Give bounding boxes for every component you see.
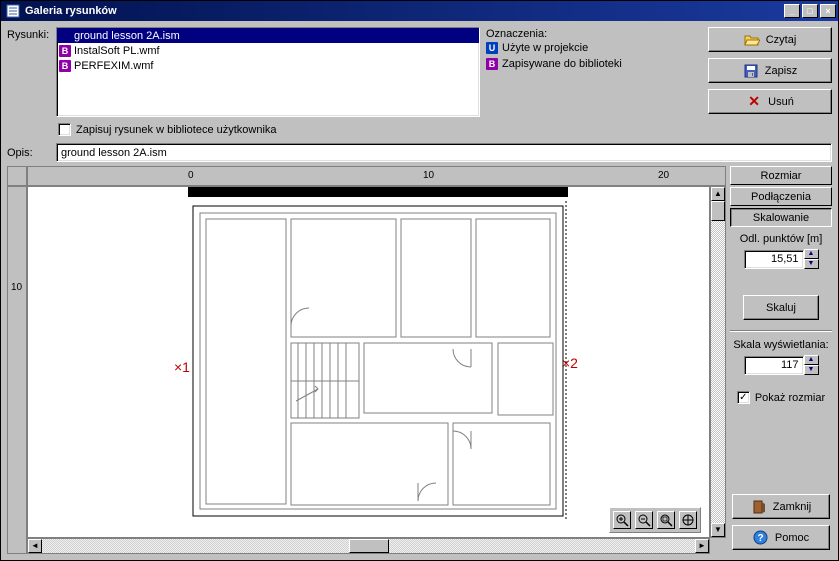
rysunki-label: Rysunki:	[7, 27, 50, 117]
distance-input[interactable]	[744, 250, 804, 269]
file-name-label: ground lesson 2A.ism	[74, 30, 180, 42]
zoom-fit-button[interactable]	[657, 511, 675, 529]
ruler-corner	[7, 166, 27, 186]
legend-used-label: Użyte w projekcie	[502, 42, 588, 54]
ruler-vertical[interactable]: 10	[7, 186, 27, 554]
file-name-label: InstalSoft PL.wmf	[74, 45, 160, 57]
ruler-tick: 10	[11, 282, 22, 293]
marker-1[interactable]: ×1	[174, 359, 190, 375]
legend-b-icon: B	[486, 58, 498, 70]
delete-icon: ✕	[746, 94, 762, 110]
marker-2[interactable]: ×2	[562, 355, 578, 371]
opis-label: Opis:	[7, 147, 50, 159]
titlebar: Galeria rysunków _ □ ×	[1, 1, 838, 21]
drawing-canvas[interactable]: ×1 ×2	[27, 186, 710, 538]
scroll-right-button[interactable]: ►	[695, 539, 709, 553]
display-scale-label: Skala wyświetlania:	[733, 339, 828, 351]
scroll-thumb-h[interactable]	[349, 539, 389, 553]
show-size-label: Pokaż rozmiar	[755, 392, 825, 404]
save-icon	[743, 63, 759, 79]
save-library-label: Zapisuj rysunek w bibliotece użytkownika	[76, 124, 277, 136]
file-list-item[interactable]: BInstalSoft PL.wmf	[57, 43, 479, 58]
badge-b-icon: B	[59, 60, 71, 72]
read-button[interactable]: Czytaj	[708, 27, 832, 52]
description-input[interactable]	[56, 143, 832, 162]
distance-spin-down[interactable]: ▼	[804, 259, 819, 269]
close-button[interactable]: ×	[820, 4, 836, 18]
zoom-in-button[interactable]	[613, 511, 631, 529]
help-button[interactable]: ? Pomoc	[732, 525, 830, 550]
vertical-scrollbar[interactable]: ▲ ▼	[710, 186, 726, 538]
help-icon: ?	[753, 530, 769, 546]
distance-spin-up[interactable]: ▲	[804, 249, 819, 259]
oznaczenia-label: Oznaczenia:	[486, 28, 622, 40]
app-icon	[5, 3, 21, 19]
badge-b-icon: B	[59, 45, 71, 57]
tab-podlaczenia[interactable]: Podłączenia	[730, 187, 832, 206]
legend-saved-label: Zapisywane do biblioteki	[502, 58, 622, 70]
zoom-toolbar	[609, 507, 701, 533]
save-button[interactable]: Zapisz	[708, 58, 832, 83]
maximize-button[interactable]: □	[802, 4, 818, 18]
show-size-checkbox[interactable]: ✓	[737, 391, 750, 404]
door-icon	[751, 499, 767, 515]
zoom-all-button[interactable]	[679, 511, 697, 529]
ruler-horizontal[interactable]: 0 10 20	[27, 166, 726, 186]
scroll-left-button[interactable]: ◄	[28, 539, 42, 553]
scale-spin-down[interactable]: ▼	[804, 365, 819, 375]
top-bar	[188, 187, 568, 197]
file-list-item[interactable]: ground lesson 2A.ism	[57, 28, 479, 43]
scroll-down-button[interactable]: ▼	[711, 523, 725, 537]
zoom-out-button[interactable]	[635, 511, 653, 529]
scale-spin-up[interactable]: ▲	[804, 355, 819, 365]
scroll-thumb-v[interactable]	[711, 201, 725, 221]
display-scale-input[interactable]	[744, 356, 804, 375]
ruler-tick: 10	[423, 170, 434, 181]
ruler-tick: 0	[188, 170, 194, 181]
delete-button[interactable]: ✕ Usuń	[708, 89, 832, 114]
close-button-panel[interactable]: Zamknij	[732, 494, 830, 519]
svg-text:?: ?	[758, 533, 764, 544]
ruler-tick: 20	[658, 170, 669, 181]
scroll-up-button[interactable]: ▲	[711, 187, 725, 201]
tab-rozmiar[interactable]: Rozmiar	[730, 166, 832, 185]
floorplan-drawing	[188, 201, 568, 521]
right-panel: Rozmiar Podłączenia Skalowanie Odl. punk…	[730, 166, 832, 554]
file-list[interactable]: ground lesson 2A.ismBInstalSoft PL.wmfBP…	[56, 27, 480, 117]
save-library-checkbox[interactable]	[58, 123, 71, 136]
window-title: Galeria rysunków	[25, 5, 784, 17]
tab-skalowanie[interactable]: Skalowanie	[730, 208, 832, 227]
legend-u-icon: U	[486, 42, 498, 54]
legend: Oznaczenia: U Użyte w projekcie B Zapisy…	[486, 27, 622, 139]
minimize-button[interactable]: _	[784, 4, 800, 18]
folder-open-icon	[744, 32, 760, 48]
distance-label: Odl. punktów [m]	[740, 233, 823, 245]
file-name-label: PERFEXIM.wmf	[74, 60, 153, 72]
scale-button[interactable]: Skaluj	[743, 295, 819, 320]
horizontal-scrollbar[interactable]: ◄ ►	[27, 538, 710, 554]
window: Galeria rysunków _ □ × Rysunki: ground l…	[0, 0, 839, 561]
file-list-item[interactable]: BPERFEXIM.wmf	[57, 58, 479, 73]
